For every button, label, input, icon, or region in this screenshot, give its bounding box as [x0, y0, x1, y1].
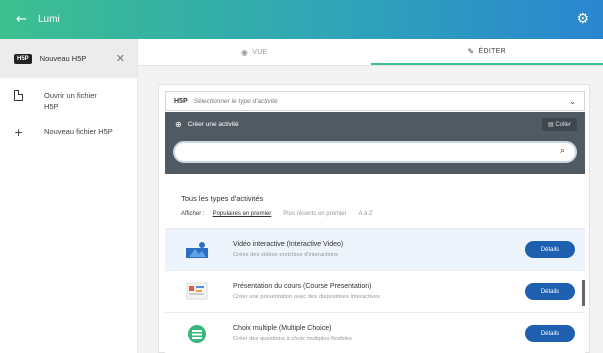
content-type-list: Vidéo interactive (Interactive Video) Cr… [165, 228, 585, 353]
h5p-logo: H5P [174, 97, 188, 105]
course-presentation-icon [185, 282, 209, 302]
content-type-description: Créer une présentation avec des diaposit… [233, 294, 380, 300]
h5p-badge-icon: H5P [14, 53, 32, 64]
content-type-description: Créez des vidéos enrichies d'interaction… [233, 252, 339, 258]
view-edit-tabs: ◉ VUE ✎ ÉDITER [138, 39, 603, 66]
paste-label: Coller [555, 121, 571, 128]
sidebar-item-label: Ouvrir un fichier H5P [44, 91, 97, 111]
tab-edit-label: ÉDITER [478, 47, 506, 55]
search-band: ⌕ [165, 136, 585, 174]
filter-a-z[interactable]: A à Z [359, 211, 373, 217]
content-type-selector[interactable]: H5P Sélectionner le type d'activité ⌄ [165, 91, 585, 111]
editor-area: H5P Sélectionner le type d'activité ⌄ ⊕ … [138, 66, 603, 353]
multiple-choice-icon [185, 324, 209, 344]
hub-title: Créer une activité [187, 120, 239, 128]
details-button[interactable]: Détails [525, 283, 575, 300]
file-icon [14, 89, 26, 104]
plus-circle-icon: ⊕ [175, 119, 182, 129]
sidebar-tab-label: Nouveau H5P [39, 54, 87, 63]
sidebar: H5P Nouveau H5P ✕ Ouvrir un fichier H5P … [0, 39, 138, 353]
chevron-down-icon[interactable]: ⌄ [569, 97, 576, 106]
back-arrow-icon[interactable]: ← [16, 12, 30, 27]
app-title: Lumi [38, 14, 60, 25]
list-item[interactable]: Présentation du cours (Course Presentati… [165, 270, 585, 312]
hub-header: ⊕ Créer une activité ▤ Coller [165, 112, 585, 136]
gear-icon[interactable]: ⚙ [576, 11, 589, 27]
eye-icon: ◉ [240, 47, 249, 57]
title-bar: ← Lumi ⚙ [0, 0, 603, 39]
search-icon[interactable]: ⌕ [560, 146, 565, 156]
editor-panel: H5P Sélectionner le type d'activité ⌄ ⊕ … [158, 84, 590, 353]
filter-label: Afficher : [181, 211, 205, 217]
sidebar-item-new-file[interactable]: + Nouveau fichier H5P [0, 126, 137, 139]
search-input[interactable]: ⌕ [173, 141, 577, 163]
close-icon[interactable]: ✕ [116, 52, 125, 65]
sidebar-tab-new-h5p[interactable]: H5P Nouveau H5P ✕ [0, 39, 137, 78]
sidebar-item-open-file[interactable]: Ouvrir un fichier H5P [0, 89, 137, 112]
filter-recent[interactable]: Plus récents en premier [283, 211, 346, 217]
content-type-description: Créer des questions à choix multiples fl… [233, 336, 352, 342]
filter-popular[interactable]: Populaires en premier [213, 211, 272, 217]
h5p-hub: ⊕ Créer une activité ▤ Coller ⌕ Tous les… [165, 112, 585, 353]
list-item[interactable]: Vidéo interactive (Interactive Video) Cr… [165, 228, 585, 270]
list-item[interactable]: Choix multiple (Multiple Choice) Créer d… [165, 312, 585, 353]
plus-icon: + [14, 126, 24, 139]
paste-button[interactable]: ▤ Coller [541, 117, 577, 131]
tab-edit[interactable]: ✎ ÉDITER [370, 39, 603, 65]
sidebar-item-label: Nouveau fichier H5P [44, 127, 113, 136]
tab-view-label: VUE [252, 48, 268, 56]
details-button[interactable]: Détails [525, 325, 575, 342]
filter-bar: Afficher : Populaires en premier Plus ré… [181, 211, 385, 217]
content-type-name: Choix multiple (Multiple Choice) [233, 325, 332, 332]
pencil-icon: ✎ [467, 46, 475, 56]
details-button[interactable]: Détails [525, 241, 575, 258]
scrollbar[interactable] [582, 280, 585, 306]
tab-view[interactable]: ◉ VUE [138, 39, 371, 65]
selector-placeholder: Sélectionner le type d'activité [193, 97, 278, 105]
content-type-name: Présentation du cours (Course Presentati… [233, 283, 372, 290]
types-title: Tous les types d'activités [181, 194, 264, 203]
content-type-name: Vidéo interactive (Interactive Video) [233, 241, 344, 248]
interactive-video-icon [185, 240, 209, 260]
